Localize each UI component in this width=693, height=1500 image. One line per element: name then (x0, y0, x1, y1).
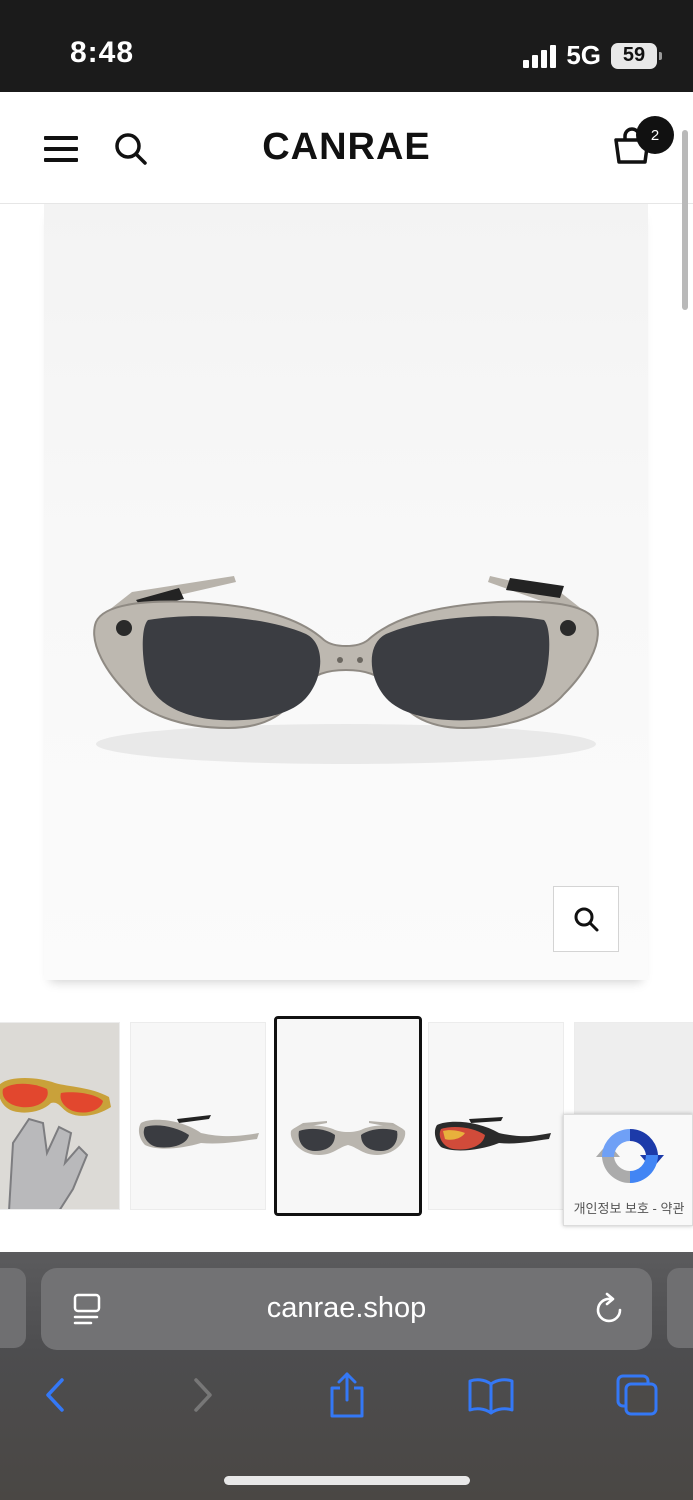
back-icon[interactable] (30, 1370, 80, 1420)
cart-count-badge: 2 (636, 116, 674, 154)
sunglasses-front-image (93, 576, 599, 764)
status-time: 8:48 (70, 36, 135, 69)
browser-toolbar: canrae.shop (0, 1252, 693, 1500)
thumbnail-2[interactable] (130, 1022, 266, 1210)
home-indicator[interactable] (224, 1476, 470, 1485)
network-label: 5G (566, 40, 601, 70)
site-logo[interactable]: CANRAE (0, 126, 693, 169)
recaptcha-badge[interactable]: 개인정보 보호 - 약관 (563, 1114, 693, 1226)
status-bar: 8:48 5G 59 (0, 0, 693, 92)
previous-tab-preview[interactable] (0, 1268, 26, 1348)
address-bar[interactable]: canrae.shop (41, 1268, 652, 1350)
red-lens-sunglasses-side-view-image (429, 1023, 563, 1209)
url-text: canrae.shop (266, 1292, 427, 1324)
forward-icon[interactable] (178, 1370, 228, 1420)
recaptcha-privacy-terms[interactable]: 개인정보 보호 - 약관 (564, 1198, 693, 1217)
recaptcha-logo-icon (596, 1128, 664, 1184)
site-header: CANRAE 2 (0, 92, 693, 204)
thumbnail-3[interactable] (274, 1016, 422, 1216)
share-icon[interactable] (322, 1370, 372, 1420)
magnifier-icon (574, 907, 599, 932)
thumbnail-1[interactable] (0, 1022, 120, 1210)
status-indicators: 5G 59 (523, 40, 662, 71)
battery-icon: 59 (611, 42, 662, 69)
page-scrollbar[interactable] (682, 130, 688, 310)
red-lens-sunglasses-on-robot-hand-image (0, 1023, 119, 1209)
battery-level: 59 (622, 44, 646, 66)
thumbnail-4[interactable] (428, 1022, 564, 1210)
reload-icon[interactable] (593, 1292, 627, 1326)
next-tab-preview[interactable] (667, 1268, 693, 1348)
signal-icon (523, 44, 557, 68)
silver-sunglasses-front-view-image (277, 1019, 419, 1213)
bookmarks-icon[interactable] (466, 1370, 516, 1420)
zoom-button[interactable] (553, 886, 619, 952)
tabs-icon[interactable] (612, 1370, 662, 1420)
product-main-image[interactable] (44, 204, 648, 980)
silver-sunglasses-side-view-image (131, 1023, 265, 1209)
